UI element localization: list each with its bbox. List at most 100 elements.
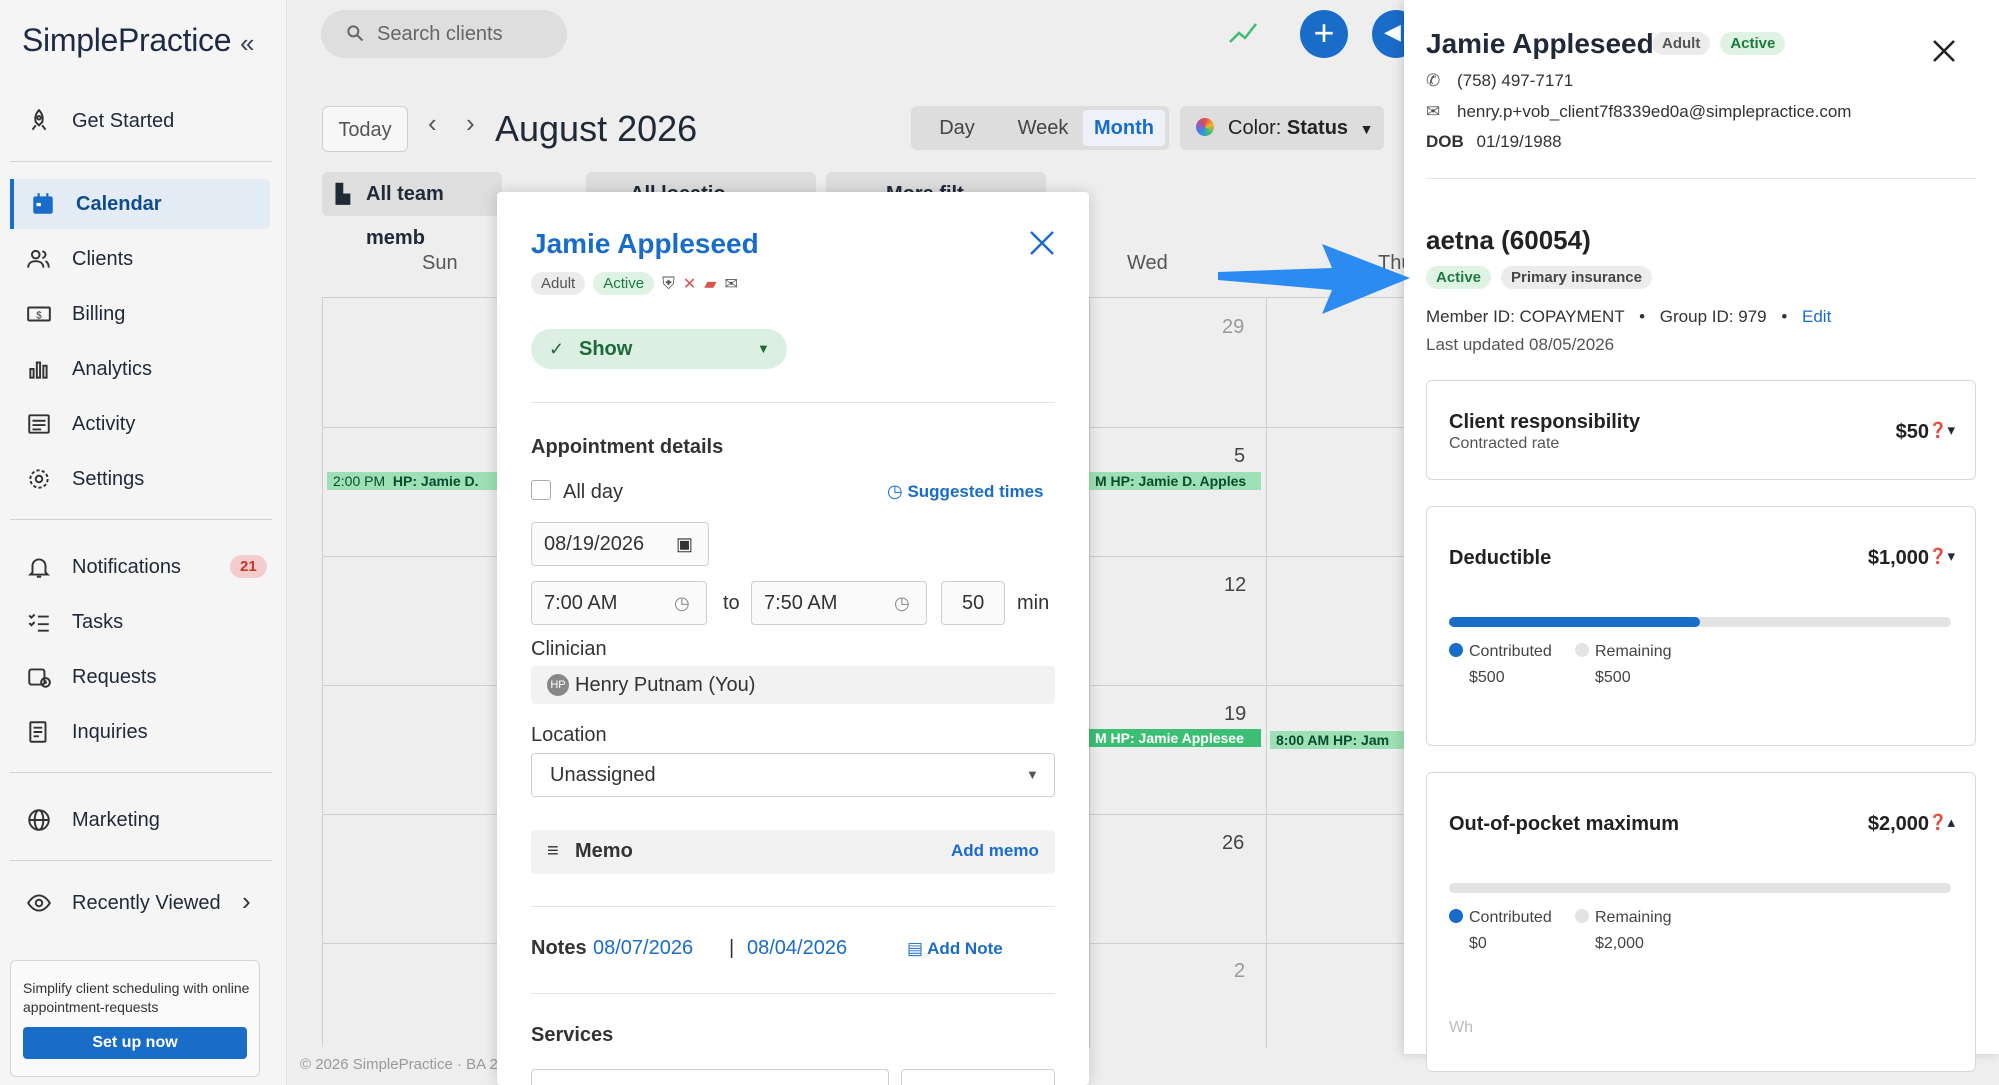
remaining-legend: Remaining (1575, 909, 1671, 927)
help-and-caret-icon: ❓▾ (1928, 422, 1955, 439)
client-responsibility-card[interactable]: Client responsibility Contracted rate $5… (1426, 380, 1976, 480)
duration-input[interactable]: 50 (941, 581, 1005, 625)
sidebar-item-label: Recently Viewed (72, 891, 221, 914)
team-filter[interactable]: ▙ All team memb (322, 172, 502, 249)
date-cell[interactable]: 12 (1224, 574, 1246, 597)
create-button[interactable]: + (1300, 10, 1348, 58)
client-tag-active: Active (593, 272, 655, 295)
sidebar-item-label: Inquiries (72, 720, 148, 743)
sidebar-item-billing[interactable]: $ Billing (10, 289, 270, 339)
sidebar-item-get-started[interactable]: Get Started (10, 96, 270, 146)
color-wheel-icon (1196, 118, 1214, 136)
sidebar-item-clients[interactable]: Clients (10, 234, 270, 284)
attendance-status-value: Show (579, 338, 633, 360)
prev-month-button[interactable]: ‹ (428, 108, 437, 139)
insurance-name: aetna (60054) (1426, 225, 1591, 255)
help-and-caret-icon: ❓▴ (1928, 814, 1955, 831)
plus-icon: + (1313, 12, 1335, 53)
service-fee-input[interactable] (901, 1069, 1055, 1085)
sidebar-item-activity[interactable]: Activity (10, 399, 270, 449)
set-up-now-button[interactable]: Set up now (23, 1027, 247, 1059)
notes-label: Notes (531, 937, 587, 959)
calendar-event[interactable]: 8:00 AM HP: Jam (1270, 731, 1410, 749)
sidebar-item-settings[interactable]: Settings (10, 454, 270, 504)
attendance-status-dropdown[interactable]: ✓ Show ▼ (531, 329, 787, 369)
insurance-updated: Last updated 08/05/2026 (1426, 335, 1615, 354)
client-email[interactable]: ✉ henry.p+vob_client7f8339ed0a@simplepra… (1426, 102, 1851, 122)
view-month-button[interactable]: Month (1083, 110, 1165, 146)
notifications-count-badge: 21 (230, 555, 267, 578)
calendar-event[interactable]: M HP: Jamie Applesee (1089, 729, 1261, 747)
dob-label: DOB (1426, 132, 1464, 151)
color-by-dropdown[interactable]: Color: Status ▼ (1180, 106, 1384, 150)
deductible-card[interactable]: Deductible $1,000 ❓▾ Contributed $500 Re… (1426, 506, 1976, 746)
sidebar-item-inquiries[interactable]: Inquiries (10, 707, 270, 757)
close-icon[interactable] (1931, 38, 1957, 64)
out-of-pocket-card[interactable]: Out-of-pocket maximum $2,000 ❓▴ Contribu… (1426, 772, 1976, 1072)
start-time-input[interactable]: 7:00 AM ◷ (531, 581, 707, 625)
contributed-value: $0 (1469, 935, 1487, 952)
calendar-icon (33, 193, 53, 214)
add-note-label: Add Note (927, 939, 1003, 958)
client-dob: DOB 01/19/1988 (1426, 132, 1562, 152)
add-memo-link[interactable]: Add memo (951, 830, 1039, 872)
location-label: Location (531, 724, 607, 746)
location-select[interactable]: Unassigned ▼ (531, 753, 1055, 797)
sidebar-item-notifications[interactable]: Notifications 21 (10, 542, 270, 592)
service-select[interactable] (531, 1069, 889, 1085)
check-icon: ✓ (549, 339, 565, 359)
chevron-right-icon: › (242, 886, 251, 916)
note-link-1[interactable]: 08/07/2026 (593, 937, 693, 960)
app-logo[interactable]: SimplePractice (22, 22, 232, 59)
activity-icon (28, 414, 50, 434)
today-button[interactable]: Today (322, 106, 408, 152)
minutes-label: min (1017, 592, 1050, 614)
calendar-icon: ▣ (676, 534, 694, 554)
oop-progress-track (1449, 883, 1951, 893)
card-value: $2,000 (1867, 813, 1929, 835)
view-day-button[interactable]: Day (919, 106, 995, 150)
end-time-value: 7:50 AM (764, 592, 838, 614)
sidebar-item-recently-viewed[interactable]: Recently Viewed › (10, 878, 270, 928)
date-cell[interactable]: 26 (1222, 832, 1244, 855)
sidebar-item-label: Requests (72, 665, 157, 688)
to-label: to (723, 592, 740, 614)
inquiries-icon (29, 721, 47, 743)
suggested-times-link[interactable]: ◷ Suggested times (887, 481, 1044, 502)
client-tag-adult: Adult (1652, 32, 1711, 55)
calendar-event[interactable]: 2:00 PM HP: Jamie D. (327, 472, 497, 490)
contributed-value: $500 (1469, 669, 1505, 686)
note-link-2[interactable]: 08/04/2026 (747, 937, 847, 960)
services-label: Services (531, 1024, 614, 1046)
client-phone[interactable]: ✆ (758) 497-7171 (1426, 71, 1573, 91)
appointment-client-name[interactable]: Jamie Appleseed (531, 228, 759, 260)
all-day-checkbox[interactable] (531, 480, 551, 500)
date-cell[interactable]: 19 (1224, 703, 1246, 726)
sidebar-item-label: Calendar (76, 192, 162, 215)
date-input[interactable]: 08/19/2026 ▣ (531, 522, 709, 566)
date-cell[interactable]: 2 (1234, 960, 1245, 983)
date-cell[interactable]: 5 (1234, 445, 1245, 468)
sidebar-item-marketing[interactable]: Marketing (10, 795, 270, 845)
calendar-event[interactable]: M HP: Jamie D. Apples (1089, 472, 1261, 490)
date-cell[interactable]: 29 (1222, 316, 1244, 339)
sidebar-item-calendar[interactable]: Calendar (10, 179, 270, 229)
sidebar-item-tasks[interactable]: Tasks (10, 597, 270, 647)
appointment-popup: Jamie Appleseed Adult Active ⛨ ✕ ▰ ✉ ✓ S… (497, 192, 1089, 1085)
shield-icon: ⛨ (662, 273, 675, 293)
add-note-link[interactable]: ▤ Add Note (907, 939, 1003, 959)
clock-icon: ◷ (674, 593, 690, 613)
remaining-legend: Remaining (1575, 643, 1671, 661)
edit-insurance-link[interactable]: Edit (1802, 307, 1831, 326)
next-month-button[interactable]: › (466, 108, 475, 139)
end-time-input[interactable]: 7:50 AM ◷ (751, 581, 927, 625)
clock-icon: ◷ (887, 481, 903, 501)
view-week-button[interactable]: Week (1003, 106, 1083, 150)
sidebar-item-requests[interactable]: Requests (10, 652, 270, 702)
close-icon[interactable] (1027, 228, 1057, 258)
separator-dot: • (1639, 307, 1646, 326)
note-icon: ▤ (907, 939, 924, 958)
trend-icon[interactable] (1228, 20, 1258, 46)
collapse-sidebar-icon[interactable]: « (240, 28, 254, 59)
sidebar-item-analytics[interactable]: Analytics (10, 344, 270, 394)
